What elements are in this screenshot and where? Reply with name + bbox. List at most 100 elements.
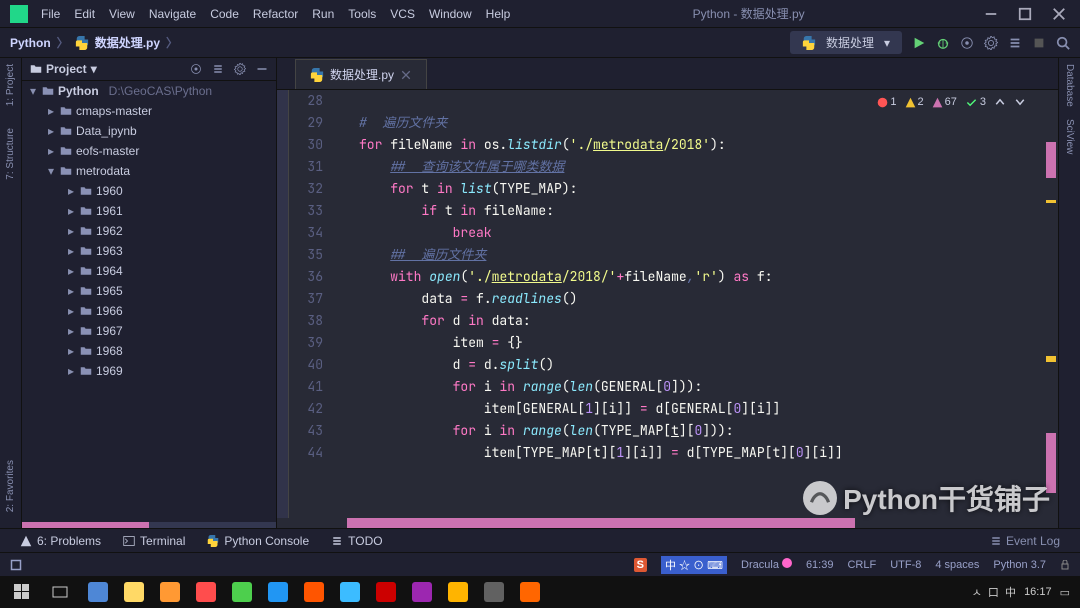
tree-folder-1965[interactable]: ▸1965 xyxy=(22,281,276,301)
code-line[interactable]: for i in range(len(TYPE_MAP[t][0])): xyxy=(331,420,1058,442)
line-separator-indicator[interactable]: CRLF xyxy=(847,559,876,571)
stripe-sciview[interactable]: SciView xyxy=(1064,113,1075,160)
menu-window[interactable]: Window xyxy=(422,3,479,25)
line-number[interactable]: 32 xyxy=(289,178,331,200)
taskbar-app-2[interactable] xyxy=(152,578,188,606)
todo-button[interactable]: TODO xyxy=(331,534,382,548)
prev-problem-button[interactable] xyxy=(994,96,1006,108)
line-number[interactable]: 33 xyxy=(289,200,331,222)
menu-edit[interactable]: Edit xyxy=(67,3,102,25)
locate-file-button[interactable] xyxy=(190,63,202,75)
taskbar-app-6[interactable] xyxy=(296,578,332,606)
tree-folder-1963[interactable]: ▸1963 xyxy=(22,241,276,261)
code-line[interactable]: data = f.readlines() xyxy=(331,288,1058,310)
expand-all-button[interactable] xyxy=(212,63,224,75)
tree-folder-cmaps-master[interactable]: ▸cmaps-master xyxy=(22,101,276,121)
taskbar-app-4[interactable] xyxy=(224,578,260,606)
ime-indicator[interactable]: 中 ☆ ⊙ ⌨ xyxy=(661,556,727,574)
menu-refactor[interactable]: Refactor xyxy=(246,3,305,25)
profile-button[interactable] xyxy=(984,36,998,50)
code-line[interactable]: for fileName in os.listdir('./metrodata/… xyxy=(331,134,1058,156)
windows-taskbar[interactable]: ㅅ 口 中 16:17 ▭ xyxy=(0,576,1080,608)
maximize-button[interactable] xyxy=(1014,3,1036,25)
taskbar-app-1[interactable] xyxy=(116,578,152,606)
line-number[interactable]: 29 xyxy=(289,112,331,134)
line-number[interactable]: 31 xyxy=(289,156,331,178)
minimize-button[interactable] xyxy=(980,3,1002,25)
right-tool-stripe[interactable]: Database SciView xyxy=(1058,58,1080,528)
line-number[interactable]: 37 xyxy=(289,288,331,310)
run-button[interactable] xyxy=(912,36,926,50)
tree-folder-1962[interactable]: ▸1962 xyxy=(22,221,276,241)
run-configuration-combo[interactable]: 数据处理 ▾ xyxy=(790,31,902,54)
next-problem-button[interactable] xyxy=(1014,96,1026,108)
tree-folder-1961[interactable]: ▸1961 xyxy=(22,201,276,221)
start-button[interactable] xyxy=(4,578,40,606)
inspection-widget[interactable]: 1 2 67 3 xyxy=(869,92,1034,112)
stripe-structure[interactable]: 7: Structure xyxy=(5,122,16,186)
taskbar-app-5[interactable] xyxy=(260,578,296,606)
line-number[interactable]: 39 xyxy=(289,332,331,354)
search-everywhere-button[interactable] xyxy=(1056,36,1070,50)
line-number-gutter[interactable]: 2829303132333435363738394041424344 xyxy=(289,90,331,518)
line-number[interactable]: 36 xyxy=(289,266,331,288)
code-line[interactable]: item[TYPE_MAP[t][1][i]] = d[TYPE_MAP[t][… xyxy=(331,442,1058,464)
settings-button[interactable] xyxy=(234,63,246,75)
tree-folder-1966[interactable]: ▸1966 xyxy=(22,301,276,321)
lock-icon[interactable] xyxy=(1060,560,1070,570)
code-line[interactable]: ## 查询该文件属于哪类数据 xyxy=(331,156,1058,178)
breadcrumb-file[interactable]: 数据处理.py xyxy=(95,34,160,51)
indent-indicator[interactable]: 4 spaces xyxy=(935,559,979,571)
code-line[interactable]: for t in list(TYPE_MAP): xyxy=(331,178,1058,200)
encoding-indicator[interactable]: UTF-8 xyxy=(890,559,921,571)
tree-root[interactable]: ▾PythonD:\GeoCAS\Python xyxy=(22,81,276,101)
editor-tab[interactable]: 数据处理.py xyxy=(295,59,427,89)
taskbar-app-12[interactable] xyxy=(512,578,548,606)
menu-vcs[interactable]: VCS xyxy=(383,3,422,25)
close-button[interactable] xyxy=(1048,3,1070,25)
left-tool-stripe[interactable]: 1: Project 7: Structure 2: Favorites xyxy=(0,58,22,528)
tree-folder-1969[interactable]: ▸1969 xyxy=(22,361,276,381)
taskbar-app-7[interactable] xyxy=(332,578,368,606)
stop-button[interactable] xyxy=(1032,36,1046,50)
problems-button[interactable]: 6: Problems xyxy=(20,534,101,548)
project-tree[interactable]: ▾PythonD:\GeoCAS\Python▸cmaps-master▸Dat… xyxy=(22,81,276,522)
tree-folder-1960[interactable]: ▸1960 xyxy=(22,181,276,201)
theme-indicator[interactable]: Dracula xyxy=(741,558,792,571)
line-number[interactable]: 28 xyxy=(289,90,331,112)
code-line[interactable]: # 遍历文件夹 xyxy=(331,112,1058,134)
editor-h-scrollbar[interactable] xyxy=(277,518,1058,528)
debug-button[interactable] xyxy=(936,36,950,50)
line-number[interactable]: 44 xyxy=(289,442,331,464)
menu-navigate[interactable]: Navigate xyxy=(142,3,203,25)
concurrency-button[interactable] xyxy=(1008,36,1022,50)
tree-folder-1968[interactable]: ▸1968 xyxy=(22,341,276,361)
stripe-favorites[interactable]: 2: Favorites xyxy=(5,454,16,518)
menu-help[interactable]: Help xyxy=(479,3,518,25)
error-stripe[interactable] xyxy=(1044,122,1058,512)
line-number[interactable]: 35 xyxy=(289,244,331,266)
line-col-indicator[interactable]: 61:39 xyxy=(806,559,834,571)
code-line[interactable]: item[GENERAL[1][i]] = d[GENERAL[0][i]] xyxy=(331,398,1058,420)
taskbar-clock[interactable]: 16:17 xyxy=(1024,586,1052,598)
stripe-project[interactable]: 1: Project xyxy=(5,58,16,112)
terminal-button[interactable]: Terminal xyxy=(123,534,185,548)
line-number[interactable]: 40 xyxy=(289,354,331,376)
tree-folder-1964[interactable]: ▸1964 xyxy=(22,261,276,281)
taskbar-app-11[interactable] xyxy=(476,578,512,606)
breadcrumb[interactable]: Python 〉 数据处理.py 〉 xyxy=(10,34,178,51)
taskbar-tray[interactable]: ㅅ 口 中 xyxy=(972,584,1016,600)
menu-file[interactable]: File xyxy=(34,3,67,25)
taskbar-app-0[interactable] xyxy=(80,578,116,606)
line-number[interactable]: 43 xyxy=(289,420,331,442)
code-line[interactable]: for i in range(len(GENERAL[0])): xyxy=(331,376,1058,398)
code-line[interactable]: break xyxy=(331,222,1058,244)
taskbar-app-10[interactable] xyxy=(440,578,476,606)
line-number[interactable]: 41 xyxy=(289,376,331,398)
tree-folder-metrodata[interactable]: ▾metrodata xyxy=(22,161,276,181)
ime-sogou-icon[interactable]: S xyxy=(634,558,647,572)
menu-run[interactable]: Run xyxy=(305,3,341,25)
taskbar-app-9[interactable] xyxy=(404,578,440,606)
breadcrumb-root[interactable]: Python xyxy=(10,36,51,50)
code-line[interactable]: for d in data: xyxy=(331,310,1058,332)
